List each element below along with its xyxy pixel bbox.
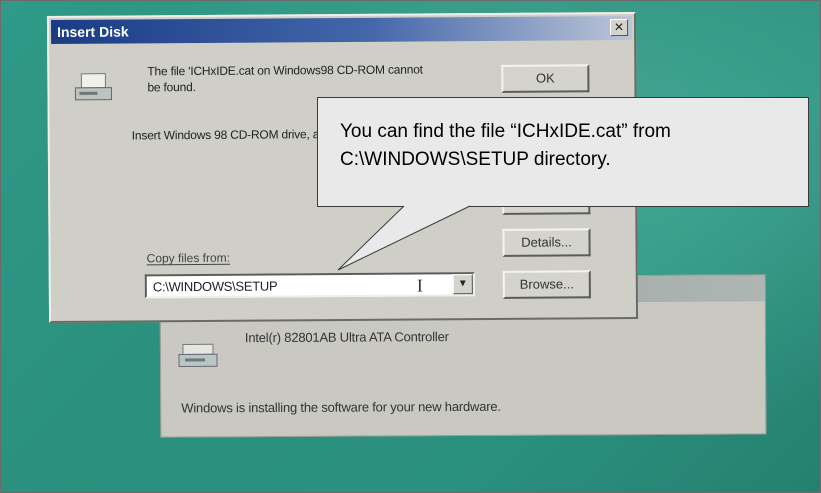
copy-files-from-value[interactable]: C:\WINDOWS\SETUP xyxy=(153,278,278,294)
annotation-callout: You can find the file “ICHxIDE.cat” from… xyxy=(317,97,809,207)
chevron-down-icon: ▼ xyxy=(457,278,468,290)
missing-file-message: The file 'ICHxIDE.cat on Windows98 CD-RO… xyxy=(147,62,423,95)
copy-files-from-label: Copy files from: xyxy=(146,250,231,266)
browse-button[interactable]: Browse... xyxy=(502,270,591,299)
callout-text: You can find the file “ICHxIDE.cat” from… xyxy=(340,121,671,170)
close-button[interactable]: ✕ xyxy=(609,19,629,37)
dropdown-arrow-button[interactable]: ▼ xyxy=(452,274,473,295)
drive-icon xyxy=(178,343,218,367)
copy-files-from-combobox[interactable]: C:\WINDOWS\SETUP I ▼ xyxy=(144,272,475,299)
ok-button[interactable]: OK xyxy=(501,64,590,93)
close-icon: ✕ xyxy=(613,20,625,35)
disk-drive-icon xyxy=(74,73,113,101)
text-cursor-icon: I xyxy=(416,275,423,296)
dialog-title: Insert Disk xyxy=(56,23,129,40)
dialog-titlebar[interactable]: Insert Disk ✕ xyxy=(50,15,633,45)
install-status: Windows is installing the software for y… xyxy=(181,398,501,416)
device-name: Intel(r) 82801AB Ultra ATA Controller xyxy=(244,329,449,346)
details-button[interactable]: Details... xyxy=(502,228,591,257)
